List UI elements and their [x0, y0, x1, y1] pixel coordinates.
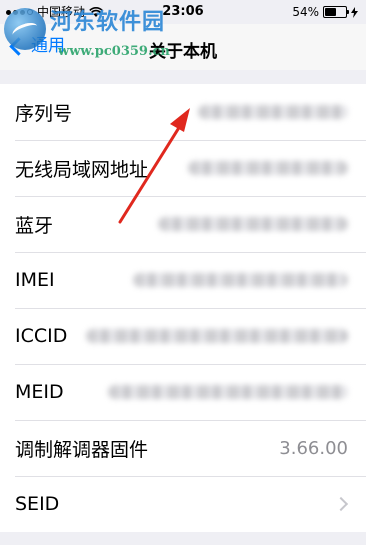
- battery-percent: 54%: [292, 5, 319, 19]
- redacted-value: [108, 385, 348, 399]
- redacted-value: [158, 217, 348, 231]
- redacted-value: [86, 329, 348, 343]
- redacted-value: [188, 161, 348, 175]
- charging-icon: [351, 6, 358, 18]
- row-label: 调制解调器固件: [15, 438, 149, 461]
- about-list: 序列号 无线局域网地址 蓝牙 IMEI ICCID MEID 调制解调器固件 3…: [0, 84, 366, 532]
- row-label: ICCID: [15, 325, 68, 347]
- row-bluetooth[interactable]: 蓝牙: [0, 196, 366, 252]
- row-modem-firmware[interactable]: 调制解调器固件 3.66.00: [0, 420, 366, 476]
- row-seid[interactable]: SEID: [0, 476, 366, 532]
- row-label: 序列号: [15, 102, 73, 125]
- row-imei[interactable]: IMEI: [0, 252, 366, 308]
- navigation-bar: 通用 关于本机: [0, 24, 366, 70]
- status-right: 54%: [292, 0, 358, 24]
- row-wifi-address[interactable]: 无线局域网地址: [0, 140, 366, 196]
- disclosure-chevron-icon: [333, 496, 349, 512]
- page-title: 关于本机: [149, 42, 217, 62]
- row-iccid[interactable]: ICCID: [0, 308, 366, 364]
- row-label: 无线局域网地址: [15, 158, 149, 181]
- row-label: 蓝牙: [15, 214, 54, 237]
- redacted-value: [198, 105, 348, 119]
- status-bar: 中国移动 23:06 54%: [0, 0, 366, 24]
- row-serial-number[interactable]: 序列号: [0, 84, 366, 140]
- row-label: MEID: [15, 381, 64, 403]
- row-meid[interactable]: MEID: [0, 364, 366, 420]
- redacted-value: [133, 273, 348, 287]
- battery-icon: [323, 6, 349, 18]
- row-label: SEID: [15, 493, 60, 515]
- row-label: IMEI: [15, 269, 55, 291]
- row-value: 3.66.00: [279, 437, 348, 459]
